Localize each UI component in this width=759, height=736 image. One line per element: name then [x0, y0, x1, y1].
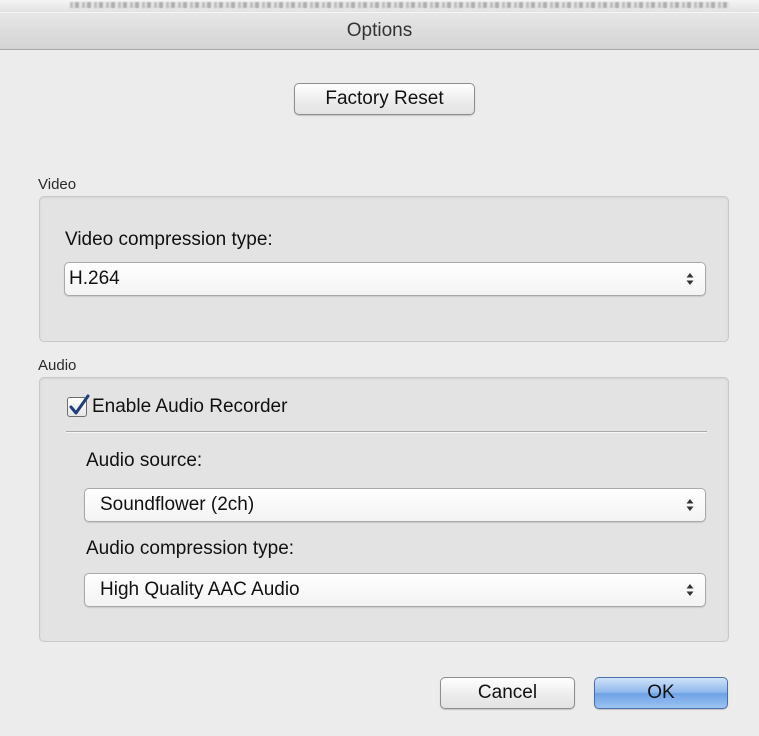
ok-button[interactable]: OK: [594, 677, 728, 709]
cancel-button[interactable]: Cancel: [440, 677, 575, 709]
audio-group-title: Audio: [38, 357, 77, 374]
factory-reset-label: Factory Reset: [325, 88, 444, 109]
audio-source-label: Audio source:: [86, 450, 203, 471]
video-group-title: Video: [38, 176, 77, 193]
blurred-background-content: [70, 2, 730, 8]
ok-label: OK: [647, 682, 675, 703]
audio-source-value: Soundflower (2ch): [100, 494, 255, 515]
audio-source-select[interactable]: Soundflower (2ch): [84, 488, 706, 522]
updown-arrows-icon: [685, 497, 695, 513]
audio-compression-label: Audio compression type:: [86, 538, 295, 559]
window-titlebar: Options: [0, 12, 759, 50]
cancel-label: Cancel: [477, 682, 538, 703]
window-title: Options: [346, 20, 413, 41]
updown-arrows-icon: [685, 582, 695, 598]
background-window-strip: [0, 0, 759, 12]
video-compression-select[interactable]: H.264: [64, 262, 706, 296]
video-compression-value: H.264: [69, 268, 120, 289]
enable-audio-checkbox[interactable]: [67, 394, 90, 417]
audio-compression-value: High Quality AAC Audio: [100, 579, 300, 600]
audio-separator: [66, 431, 707, 432]
factory-reset-button[interactable]: Factory Reset: [294, 83, 475, 115]
updown-arrows-icon: [685, 271, 695, 287]
audio-compression-select[interactable]: High Quality AAC Audio: [84, 573, 706, 607]
video-compression-label: Video compression type:: [65, 229, 273, 250]
checkmark-icon: [69, 394, 90, 415]
enable-audio-label[interactable]: Enable Audio Recorder: [92, 396, 287, 418]
